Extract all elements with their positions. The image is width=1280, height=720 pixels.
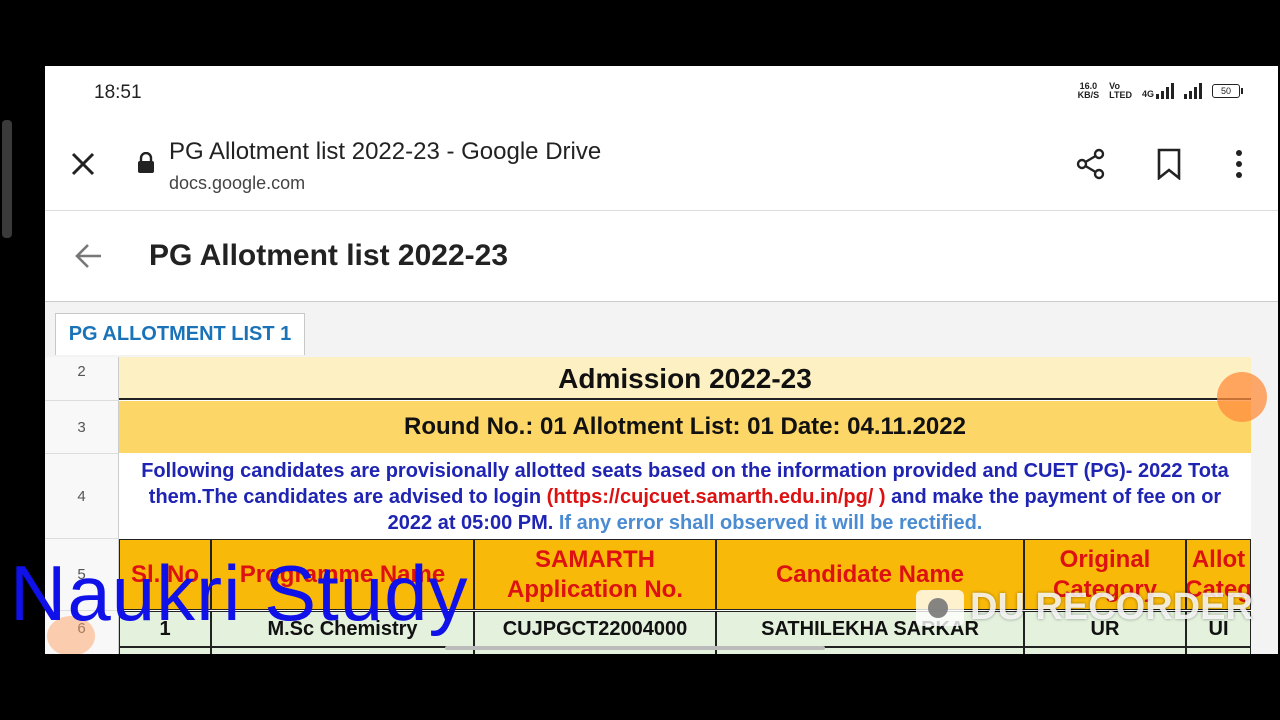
recorder-watermark: DU RECORDER	[916, 586, 1253, 629]
horizontal-scrollbar[interactable]	[445, 646, 825, 650]
watermark-text: Naukri Study	[10, 549, 469, 637]
cell-partial[interactable]	[1024, 647, 1186, 654]
notice-line-2b: and make the payment of fee on or	[891, 486, 1222, 508]
volte-icon: Vo LTED	[1109, 82, 1132, 100]
admission-title-cell[interactable]: Admission 2022-23	[119, 357, 1251, 400]
cell-partial[interactable]	[211, 647, 474, 654]
notice-line-2a: them.The candidates are advised to login	[148, 486, 542, 508]
round-info-cell[interactable]: Round No.: 01 Allotment List: 01 Date: 0…	[119, 401, 1251, 453]
battery-icon: 50	[1212, 84, 1243, 98]
status-icons: 16.0 KB/S Vo LTED 4G 50	[1078, 82, 1243, 100]
network-type: 4G	[1141, 89, 1154, 99]
status-bar: 18:51 16.0 KB/S Vo LTED 4G 50	[45, 66, 1278, 118]
browser-toolbar: PG Allotment list 2022-23 - Google Drive…	[45, 118, 1278, 211]
volte-bottom: LTED	[1109, 90, 1132, 100]
speed-unit: KB/S	[1077, 90, 1100, 100]
cell-partial[interactable]	[1186, 647, 1251, 654]
network-speed: 16.0 KB/S	[1078, 82, 1100, 100]
more-vert-icon[interactable]	[1221, 146, 1257, 182]
touch-indicator-icon	[1217, 372, 1267, 422]
document-header: PG Allotment list 2022-23	[45, 211, 1278, 302]
notice-line-3a: 2022 at 05:00 PM.	[387, 512, 554, 534]
notice-line-3b: If any error shall observed it will be r…	[558, 512, 983, 534]
share-icon[interactable]	[1073, 146, 1109, 182]
lock-icon	[138, 152, 154, 173]
page-title[interactable]: PG Allotment list 2022-23 - Google Drive	[169, 138, 601, 166]
row-number: 2	[45, 357, 119, 401]
header-application-no[interactable]: SAMARTH Application No.	[474, 539, 716, 610]
signal-icon	[1184, 83, 1202, 99]
row-number: 4	[45, 454, 119, 539]
row-number: 3	[45, 401, 119, 454]
document-title: PG Allotment list 2022-23	[149, 239, 509, 272]
close-icon[interactable]	[69, 150, 97, 178]
camera-icon	[916, 589, 964, 626]
status-time: 18:51	[94, 82, 142, 103]
device-edge-bar	[2, 120, 12, 238]
bookmark-icon[interactable]	[1151, 146, 1187, 182]
arrow-back-icon[interactable]	[73, 240, 105, 272]
notice-link[interactable]: (https://cujcuet.samarth.edu.in/pg/ )	[547, 486, 886, 508]
recorder-label: DU RECORDER	[970, 586, 1253, 628]
notice-line-1: Following candidates are provisionally a…	[141, 460, 1229, 482]
cell-partial[interactable]	[119, 647, 211, 654]
cell-application-no[interactable]: CUJPGCT22004000	[474, 611, 716, 647]
signal-4g-icon: 4G	[1142, 83, 1174, 99]
sheet-tab[interactable]: PG ALLOTMENT LIST 1	[55, 313, 305, 355]
page-url[interactable]: docs.google.com	[169, 173, 305, 194]
notice-cell[interactable]: Following candidates are provisionally a…	[119, 454, 1251, 538]
